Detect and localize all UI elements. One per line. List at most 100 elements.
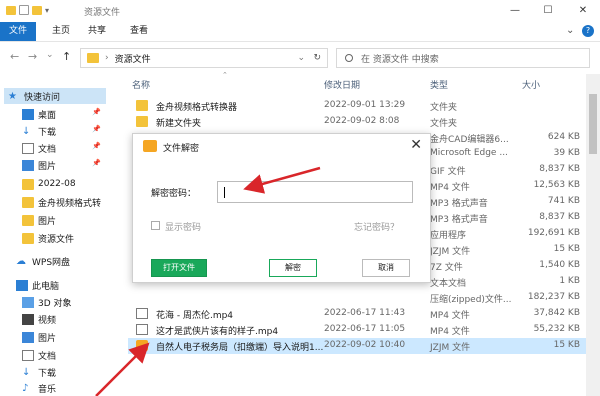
breadcrumb-separator: › [105, 53, 109, 63]
nav-desktop[interactable]: 桌面 [22, 106, 92, 122]
nav-3d-objects[interactable]: 3D 对象 [22, 294, 106, 310]
column-header-date[interactable]: 修改日期 [324, 78, 360, 91]
nav-quick-access[interactable]: ★ 快速访问 [4, 88, 106, 104]
folder-icon [22, 232, 34, 244]
nav-folder-resources[interactable]: 资源文件 [22, 230, 106, 246]
nav-downloads[interactable]: ↓ 下载 [22, 123, 92, 139]
nav-this-pc[interactable]: 此电脑 [16, 277, 106, 293]
column-header-type[interactable]: 类型 [430, 78, 448, 91]
pin-icon[interactable]: 📌 [92, 108, 101, 116]
nav-wps-cloud[interactable]: ☁ WPS网盘 [16, 253, 106, 269]
address-field[interactable]: › 资源文件 ⌄ ↻ [80, 48, 328, 68]
file-size: 8,837 KB [539, 164, 580, 174]
pin-icon[interactable]: 📌 [92, 159, 101, 167]
file-type: 文件夹 [430, 119, 458, 129]
nav-documents-pc[interactable]: 文档 [22, 347, 106, 363]
pin-icon[interactable]: 📌 [92, 142, 101, 150]
nav-label: 文档 [38, 144, 57, 155]
ribbon-expand-icon[interactable]: ⌄ [566, 25, 574, 36]
open-file-button[interactable]: 打开文件 [151, 259, 207, 277]
computer-icon [16, 279, 28, 291]
nav-downloads-pc[interactable]: ↓ 下载 [22, 364, 106, 380]
file-type: MP3 格式声音 [430, 215, 488, 225]
file-size: 624 KB [547, 132, 580, 142]
file-name: 自然人电子税务局（扣缴端）导入说明1... [156, 343, 324, 353]
file-type: 应用程序 [430, 231, 467, 241]
file-date: 2022-09-02 10:40 [324, 340, 406, 350]
star-icon: ★ [8, 90, 17, 102]
show-password-label[interactable]: 显示密码 [165, 220, 201, 233]
forgot-password-link[interactable]: 忘记密码？ [354, 220, 399, 233]
file-size: 8,837 KB [539, 212, 580, 222]
nav-music[interactable]: ♪ 音乐 [22, 380, 106, 396]
up-button[interactable]: ↑ [62, 50, 71, 63]
nav-pictures[interactable]: 图片 [22, 157, 92, 173]
tab-share[interactable]: 共享 [82, 22, 112, 41]
file-type: GIF 文件 [430, 167, 466, 177]
close-button[interactable]: ✕ [576, 3, 590, 17]
column-header-name[interactable]: 名称 [132, 78, 150, 91]
file-size: 1,540 KB [539, 260, 580, 270]
file-size: 15 KB [553, 340, 580, 350]
nav-label: 资源文件 [38, 234, 75, 245]
password-input[interactable] [217, 181, 413, 203]
search-icon [345, 54, 353, 62]
show-password-checkbox[interactable] [151, 221, 160, 230]
picture-icon [22, 159, 34, 171]
nav-folder-2022-08[interactable]: 2022-08 [22, 176, 106, 192]
dialog-close-button[interactable]: ✕ [410, 137, 422, 153]
column-header-size[interactable]: 大小 [522, 78, 540, 91]
file-name: 新建文件夹 [156, 119, 202, 129]
help-icon[interactable]: ? [582, 25, 594, 37]
vertical-scrollbar[interactable] [586, 74, 600, 396]
document-icon [22, 349, 34, 361]
refresh-icon[interactable]: ↻ [313, 53, 321, 63]
tab-home[interactable]: 主页 [46, 22, 76, 41]
file-size: 55,232 KB [533, 324, 580, 334]
file-date: 2022-06-17 11:05 [324, 324, 406, 334]
file-row[interactable]: 新建文件夹 2022-09-02 8:08 文件夹 [128, 114, 588, 130]
file-row[interactable]: 压缩(zipped)文件... 182,237 KB [128, 290, 588, 306]
search-input[interactable]: 在 资源文件 中搜索 [336, 48, 590, 68]
minimize-button[interactable]: — [508, 3, 522, 17]
file-row-selected[interactable]: 自然人电子税务局（扣缴端）导入说明1... 2022-09-02 10:40 J… [128, 338, 588, 354]
video-icon [22, 313, 34, 325]
folder-icon [22, 214, 34, 226]
file-type: MP4 文件 [430, 311, 470, 321]
decrypt-button[interactable]: 解密 [269, 259, 317, 277]
nav-label: 此电脑 [32, 281, 60, 292]
nav-folder-pictures[interactable]: 图片 [22, 212, 106, 228]
password-label: 解密密码： [151, 189, 197, 199]
nav-folder-video-converter[interactable]: 金舟视频格式转 [22, 194, 106, 210]
nav-label: 文档 [38, 351, 57, 362]
pin-icon[interactable]: 📌 [92, 125, 101, 133]
address-dropdown-icon[interactable]: ⌄ [297, 53, 305, 63]
tab-file[interactable]: 文件 [0, 22, 36, 41]
tab-view[interactable]: 查看 [124, 22, 154, 41]
file-name: 金舟视频格式转换器 [156, 103, 238, 113]
video-file-icon [136, 324, 148, 335]
folder-icon [22, 178, 34, 190]
maximize-button[interactable]: ☐ [541, 3, 555, 17]
forward-button[interactable]: → [28, 50, 37, 63]
file-type: 压缩(zipped)文件... [430, 295, 512, 305]
back-button[interactable]: ← [10, 50, 19, 63]
file-size: 741 KB [547, 196, 580, 206]
desktop-icon [22, 108, 34, 120]
nav-documents[interactable]: 文档 [22, 140, 92, 156]
file-row[interactable]: 金舟视频格式转换器 2022-09-01 13:29 文件夹 [128, 98, 588, 114]
recent-locations-dropdown[interactable]: ⌄ [46, 50, 54, 60]
nav-pictures-pc[interactable]: 图片 [22, 329, 106, 345]
properties-icon[interactable] [19, 5, 29, 15]
chevron-down-icon[interactable]: ▾ [45, 6, 49, 15]
file-type: JZJM 文件 [430, 247, 471, 257]
nav-label: 下载 [38, 127, 57, 138]
new-folder-icon[interactable] [32, 5, 42, 15]
scrollbar-thumb[interactable] [589, 94, 597, 154]
nav-videos[interactable]: 视频 [22, 311, 106, 327]
breadcrumb-current[interactable]: 资源文件 [115, 52, 151, 65]
file-row[interactable]: 花海 - 周杰伦.mp4 2022-06-17 11:43 MP4 文件 37,… [128, 306, 588, 322]
cancel-button[interactable]: 取消 [362, 259, 410, 277]
file-row[interactable]: 这才是武侠片该有的样子.mp4 2022-06-17 11:05 MP4 文件 … [128, 322, 588, 338]
nav-label: 图片 [38, 161, 57, 172]
